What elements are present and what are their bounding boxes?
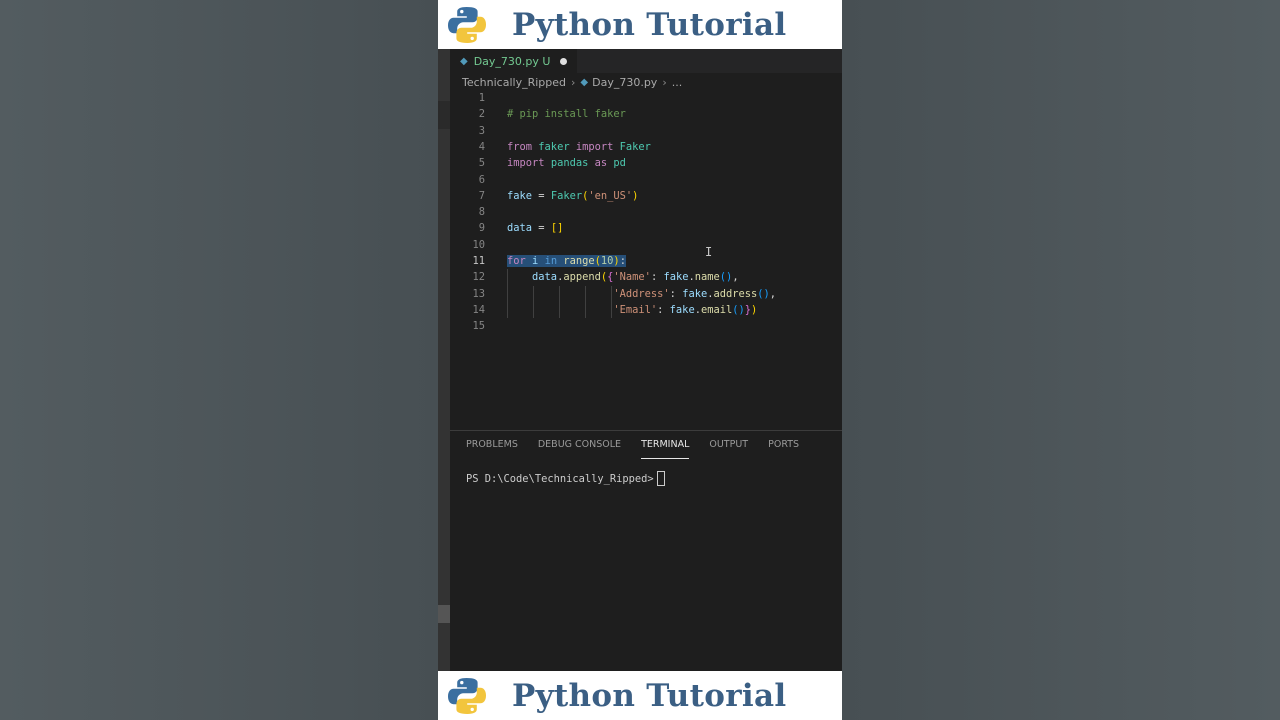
python-file-icon: ◆	[460, 56, 468, 67]
breadcrumb-file[interactable]: Day_730.py	[592, 76, 657, 89]
line-number: 10	[472, 238, 485, 251]
line-number: 14	[472, 303, 485, 316]
code-line[interactable]: data = []	[507, 220, 563, 236]
code-line[interactable]: import pandas as pd	[507, 155, 626, 171]
terminal-prompt: PS D:\Code\Technically_Ripped>	[466, 472, 654, 485]
activity-bar-item[interactable]	[438, 101, 450, 129]
banner-title: Python Tutorial	[512, 677, 787, 714]
line-number: 8	[478, 206, 485, 219]
line-number: 1	[478, 92, 485, 104]
bottom-panel: PROBLEMS DEBUG CONSOLE TERMINAL OUTPUT P…	[450, 430, 842, 672]
python-logo-icon	[448, 6, 486, 43]
indent-guide	[533, 286, 534, 318]
terminal-cursor	[656, 471, 665, 486]
editor-tab-day730[interactable]: ◆ Day_730.py U	[450, 49, 578, 73]
code-line[interactable]: 'Email': fake.email()})	[507, 302, 757, 318]
tab-ports[interactable]: PORTS	[768, 431, 799, 459]
line-number-active: 11	[472, 255, 485, 267]
line-number: 4	[478, 140, 485, 153]
line-number: 2	[478, 108, 485, 121]
python-file-icon: ◆	[580, 76, 589, 88]
line-number: 3	[478, 124, 485, 137]
code-line[interactable]: data.append({'Name': fake.name(),	[507, 269, 739, 285]
editor-tab-bar: ◆ Day_730.py U	[450, 49, 842, 73]
python-logo-icon	[448, 677, 486, 714]
line-number: 9	[478, 222, 485, 235]
bottom-banner: Python Tutorial	[438, 671, 842, 720]
code-line[interactable]: # pip install faker	[507, 106, 626, 122]
unsaved-dot-icon[interactable]	[560, 58, 568, 65]
tab-filename: Day_730.py	[473, 55, 539, 68]
line-number: 7	[478, 189, 485, 202]
indent-guide	[585, 286, 586, 318]
tab-problems[interactable]: PROBLEMS	[466, 431, 518, 459]
top-banner: Python Tutorial	[438, 0, 842, 49]
code-line-selected[interactable]: for i in range(10):	[507, 253, 626, 269]
line-number: 13	[472, 287, 485, 300]
tab-output[interactable]: OUTPUT	[709, 431, 748, 459]
indent-guide	[611, 286, 612, 318]
terminal-prompt-line[interactable]: PS D:\Code\Technically_Ripped>	[466, 471, 665, 486]
code-line[interactable]: 'Address': fake.address(),	[507, 286, 776, 302]
banner-title: Python Tutorial	[512, 6, 787, 43]
chevron-right-icon: ›	[662, 75, 667, 89]
activity-bar	[438, 49, 450, 671]
indent-guide	[507, 269, 508, 318]
line-number: 6	[478, 173, 485, 186]
tab-debug-console[interactable]: DEBUG CONSOLE	[538, 431, 621, 459]
mouse-ibeam-cursor-icon: I	[705, 245, 713, 259]
breadcrumb-more[interactable]: ...	[672, 76, 683, 89]
breadcrumb-folder[interactable]: Technically_Ripped	[462, 76, 566, 89]
code-line[interactable]: fake = Faker('en_US')	[507, 188, 638, 204]
line-number: 5	[478, 157, 485, 170]
line-number: 15	[472, 320, 485, 333]
tab-terminal[interactable]: TERMINAL	[641, 431, 690, 459]
panel-tab-bar: PROBLEMS DEBUG CONSOLE TERMINAL OUTPUT P…	[450, 431, 842, 459]
code-editor[interactable]: 1 2 # pip install faker 3 4 from faker imp…	[450, 90, 842, 430]
tab-git-status: U	[542, 55, 551, 68]
activity-bar-item[interactable]	[438, 605, 450, 623]
vscode-window: Python Tutorial ◆ Day_730.py U Technical…	[438, 0, 842, 720]
breadcrumb: Technically_Ripped › ◆ Day_730.py › ...	[450, 73, 842, 91]
chevron-right-icon: ›	[571, 75, 576, 89]
line-number: 12	[472, 271, 485, 284]
indent-guide	[559, 286, 560, 318]
code-line[interactable]: from faker import Faker	[507, 139, 651, 155]
